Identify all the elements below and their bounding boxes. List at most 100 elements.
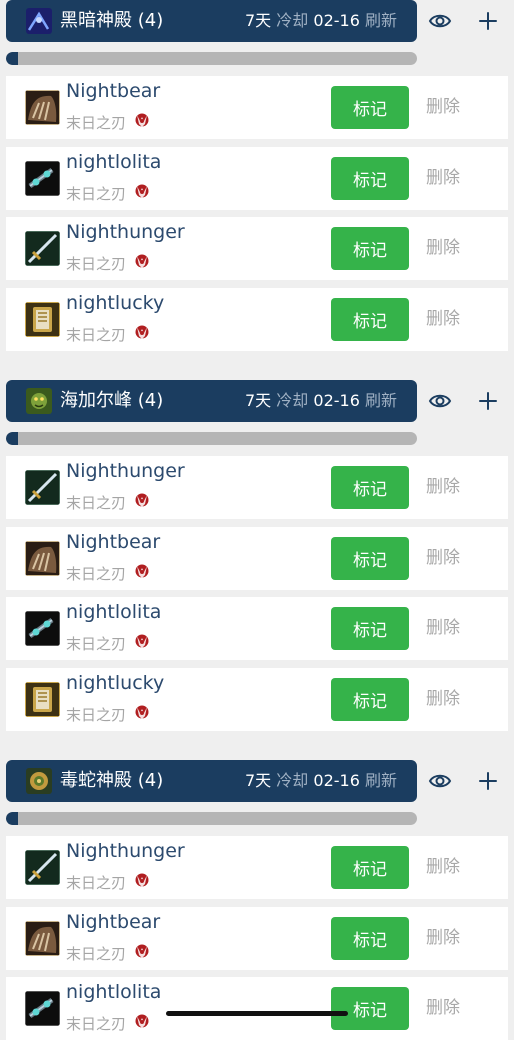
- horde-icon: [134, 943, 150, 960]
- delete-button[interactable]: 删除: [426, 76, 460, 139]
- cooldown-days: 7天: [245, 391, 272, 410]
- character-row: nightlolita 末日之刃 标记 删除: [6, 977, 508, 1040]
- cooldown-label: 冷却: [276, 391, 309, 410]
- realm-name: 末日之刃: [66, 565, 127, 583]
- realm-name: 末日之刃: [66, 326, 127, 344]
- character-row: Nightbear 末日之刃 标记 删除: [6, 527, 508, 590]
- character-avatar: [25, 991, 60, 1026]
- raid-cooldown-info: 7天 冷却 02-16 刷新: [245, 380, 397, 422]
- character-name: Nighthunger: [66, 460, 185, 482]
- character-row: Nighthunger 末日之刃 标记 删除: [6, 456, 508, 519]
- plus-icon[interactable]: [476, 9, 500, 33]
- raid-emblem-icon: [26, 768, 52, 794]
- raid-progress-bar: [6, 812, 417, 825]
- realm-name: 末日之刃: [66, 945, 127, 963]
- character-row: Nightbear 末日之刃 标记 删除: [6, 907, 508, 970]
- raid-header[interactable]: 毒蛇神殿 (4) 7天 冷却 02-16 刷新: [6, 760, 417, 802]
- character-name: nightlolita: [66, 981, 162, 1003]
- character-name: Nightbear: [66, 80, 161, 102]
- cooldown-days: 7天: [245, 771, 272, 790]
- plus-icon[interactable]: [476, 769, 500, 793]
- mark-button[interactable]: 标记: [331, 157, 409, 200]
- character-row: nightlolita 末日之刃 标记 删除: [6, 147, 508, 210]
- delete-button[interactable]: 删除: [426, 977, 460, 1040]
- character-row: nightlolita 末日之刃 标记 删除: [6, 597, 508, 660]
- cooldown-label: 冷却: [276, 771, 309, 790]
- character-avatar: [25, 850, 60, 885]
- delete-button[interactable]: 删除: [426, 217, 460, 280]
- character-name: nightlolita: [66, 601, 162, 623]
- character-name: Nightbear: [66, 911, 161, 933]
- cooldown-days: 7天: [245, 11, 272, 30]
- character-avatar: [25, 611, 60, 646]
- progress-fill: [6, 432, 19, 445]
- character-row: Nighthunger 末日之刃 标记 删除: [6, 836, 508, 899]
- raid-progress-bar: [6, 52, 417, 65]
- refresh-date: 02-16: [313, 771, 360, 790]
- delete-button[interactable]: 删除: [426, 836, 460, 899]
- delete-button[interactable]: 删除: [426, 456, 460, 519]
- realm-name: 末日之刃: [66, 114, 127, 132]
- character-row: nightlucky 末日之刃 标记 删除: [6, 288, 508, 351]
- refresh-date: 02-16: [313, 391, 360, 410]
- eye-icon[interactable]: [428, 770, 452, 792]
- raid-emblem-icon: [26, 388, 52, 414]
- horde-icon: [134, 563, 150, 580]
- character-name: nightlolita: [66, 151, 162, 173]
- raid-title: 毒蛇神殿 (4): [60, 770, 164, 791]
- horde-icon: [134, 704, 150, 721]
- mark-button[interactable]: 标记: [331, 227, 409, 270]
- character-avatar: [25, 682, 60, 717]
- mark-button[interactable]: 标记: [331, 846, 409, 889]
- character-name: nightlucky: [66, 292, 165, 314]
- realm-name: 末日之刃: [66, 874, 127, 892]
- delete-button[interactable]: 删除: [426, 907, 460, 970]
- mark-button[interactable]: 标记: [331, 678, 409, 721]
- delete-button[interactable]: 删除: [426, 527, 460, 590]
- delete-button[interactable]: 删除: [426, 288, 460, 351]
- horde-icon: [134, 324, 150, 341]
- delete-button[interactable]: 删除: [426, 147, 460, 210]
- realm-name: 末日之刃: [66, 185, 127, 203]
- raid-title: 海加尔峰 (4): [60, 390, 164, 411]
- plus-icon[interactable]: [476, 389, 500, 413]
- mark-button[interactable]: 标记: [331, 607, 409, 650]
- mark-button[interactable]: 标记: [331, 298, 409, 341]
- character-name: nightlucky: [66, 672, 165, 694]
- delete-button[interactable]: 删除: [426, 597, 460, 660]
- progress-fill: [6, 812, 19, 825]
- raid-cooldown-info: 7天 冷却 02-16 刷新: [245, 0, 397, 42]
- character-name: Nighthunger: [66, 840, 185, 862]
- eye-icon[interactable]: [428, 10, 452, 32]
- refresh-label: 刷新: [364, 391, 397, 410]
- realm-name: 末日之刃: [66, 635, 127, 653]
- refresh-label: 刷新: [364, 771, 397, 790]
- delete-button[interactable]: 删除: [426, 668, 460, 731]
- horde-icon: [134, 183, 150, 200]
- horde-icon: [134, 1013, 150, 1030]
- mark-button[interactable]: 标记: [331, 466, 409, 509]
- character-avatar: [25, 90, 60, 125]
- realm-name: 末日之刃: [66, 255, 127, 273]
- horde-icon: [134, 872, 150, 889]
- raid-header[interactable]: 黑暗神殿 (4) 7天 冷却 02-16 刷新: [6, 0, 417, 42]
- character-name: Nighthunger: [66, 221, 185, 243]
- horde-icon: [134, 112, 150, 129]
- eye-icon[interactable]: [428, 390, 452, 412]
- refresh-label: 刷新: [364, 11, 397, 30]
- mark-button[interactable]: 标记: [331, 917, 409, 960]
- character-name: Nightbear: [66, 531, 161, 553]
- raid-progress-bar: [6, 432, 417, 445]
- character-avatar: [25, 921, 60, 956]
- character-avatar: [25, 302, 60, 337]
- raid-emblem-icon: [26, 8, 52, 34]
- mark-button[interactable]: 标记: [331, 537, 409, 580]
- mark-button[interactable]: 标记: [331, 86, 409, 129]
- raid-title: 黑暗神殿 (4): [60, 10, 164, 31]
- character-avatar: [25, 541, 60, 576]
- horde-icon: [134, 253, 150, 270]
- raid-header[interactable]: 海加尔峰 (4) 7天 冷却 02-16 刷新: [6, 380, 417, 422]
- character-row: Nightbear 末日之刃 标记 删除: [6, 76, 508, 139]
- cooldown-label: 冷却: [276, 11, 309, 30]
- character-row: nightlucky 末日之刃 标记 删除: [6, 668, 508, 731]
